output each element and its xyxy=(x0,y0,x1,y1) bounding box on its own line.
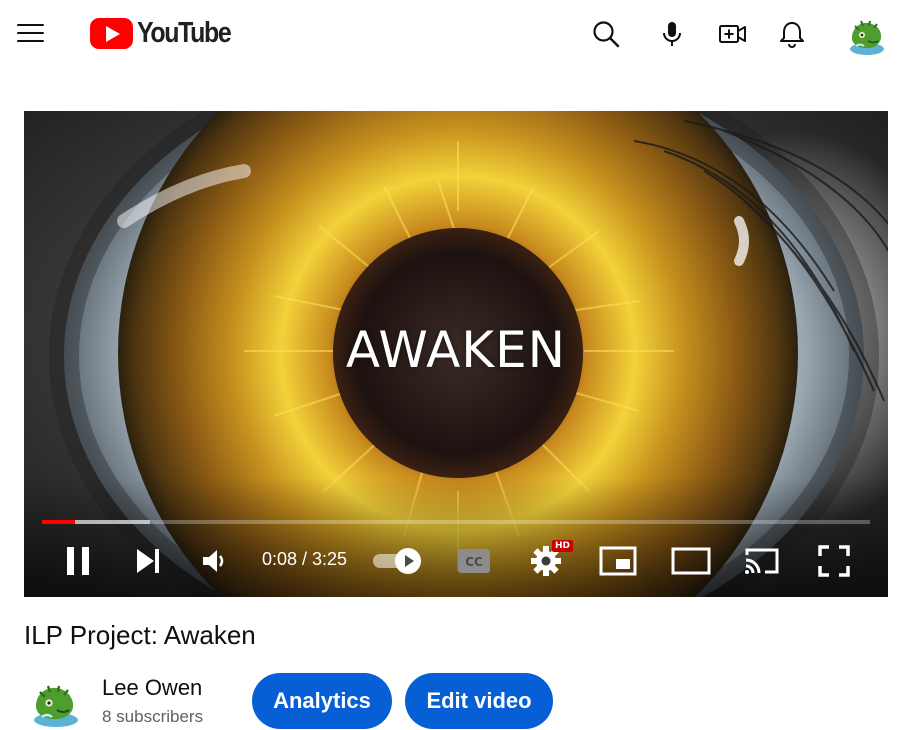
volume-icon xyxy=(203,550,224,572)
cast-icon xyxy=(745,548,779,574)
microphone-icon[interactable] xyxy=(652,14,692,54)
svg-text:CC: CC xyxy=(465,555,483,569)
cast-button[interactable] xyxy=(740,539,784,583)
progress-bar[interactable] xyxy=(42,520,870,524)
youtube-logo[interactable]: YouTube xyxy=(90,15,246,51)
youtube-play-logo-icon xyxy=(90,17,133,49)
analytics-button[interactable]: Analytics xyxy=(252,673,392,729)
hd-badge: HD xyxy=(552,540,574,552)
skip-next-icon xyxy=(137,549,159,573)
miniplayer-icon xyxy=(599,546,637,576)
theater-mode-icon xyxy=(671,547,711,575)
closed-captions-icon: CC xyxy=(458,549,490,573)
channel-name[interactable]: Lee Owen xyxy=(102,675,202,701)
menu-icon[interactable] xyxy=(12,17,48,49)
masthead: YouTube xyxy=(0,0,916,68)
autoplay-toggle[interactable] xyxy=(371,548,423,574)
account-avatar[interactable] xyxy=(846,16,888,56)
captions-button[interactable]: CC xyxy=(452,539,496,583)
pause-icon xyxy=(67,547,89,575)
notifications-bell-icon[interactable] xyxy=(772,14,812,54)
next-button[interactable] xyxy=(126,539,170,583)
fullscreen-icon xyxy=(818,545,850,577)
create-video-icon[interactable] xyxy=(712,14,752,54)
played-bar xyxy=(42,520,76,524)
video-title: ILP Project: Awaken xyxy=(24,620,256,650)
edit-video-button[interactable]: Edit video xyxy=(405,673,553,729)
theater-mode-button[interactable] xyxy=(668,539,714,583)
fullscreen-button[interactable] xyxy=(812,539,856,583)
video-overlay-text: AWAKEN xyxy=(345,321,567,379)
volume-button[interactable] xyxy=(194,539,234,583)
video-player[interactable]: AWAKEN 0:08 / 3:25 CC HD xyxy=(24,111,888,597)
miniplayer-button[interactable] xyxy=(596,539,640,583)
subscriber-count: 8 subscribers xyxy=(102,707,204,726)
autoplay-play-icon xyxy=(395,548,421,574)
search-icon[interactable] xyxy=(586,14,626,54)
pause-button[interactable] xyxy=(56,539,100,583)
logo-wordmark: YouTube xyxy=(137,16,232,49)
time-display: 0:08 / 3:25 xyxy=(262,549,348,569)
channel-avatar[interactable] xyxy=(30,680,82,728)
